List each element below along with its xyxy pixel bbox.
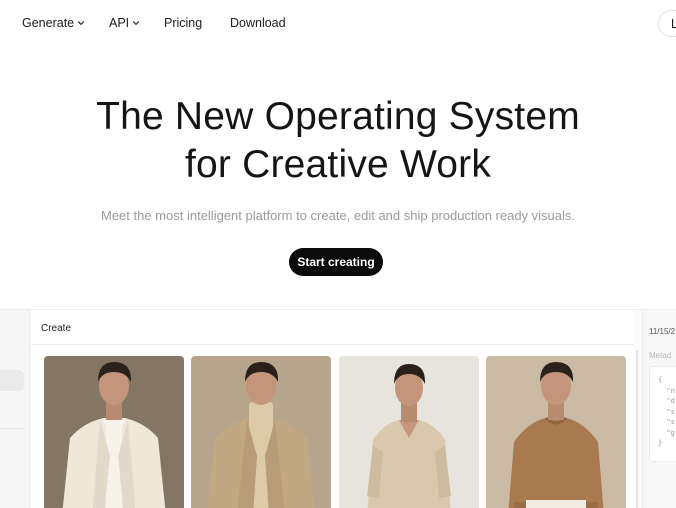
nav-pricing-label: Pricing xyxy=(164,16,203,30)
sidebar-divider xyxy=(0,428,24,429)
code-line: "s xyxy=(658,418,675,426)
nav-generate-label: Generate xyxy=(22,16,75,30)
hero-title: The New Operating System for Creative Wo… xyxy=(0,93,676,189)
app-preview: Create 11/15/2 Metad {"n "d "s "s "g} xyxy=(0,309,676,508)
code-line: "s xyxy=(658,407,675,416)
generated-image-1[interactable] xyxy=(44,356,184,508)
generated-image-4[interactable] xyxy=(486,356,626,508)
code-line: "n xyxy=(658,386,675,395)
nav-download[interactable]: Download xyxy=(230,16,286,30)
panel-divider xyxy=(31,344,634,345)
create-panel: Create xyxy=(31,310,634,508)
chevron-down-icon xyxy=(77,21,85,26)
sidebar-active-item[interactable] xyxy=(0,370,24,391)
code-line: "d xyxy=(658,397,675,405)
nav-generate[interactable]: Generate xyxy=(22,16,85,30)
chevron-down-icon xyxy=(132,21,140,26)
code-line: } xyxy=(658,439,663,447)
man-cream-linen-blazer-image xyxy=(44,356,184,508)
details-panel: 11/15/2 Metad { "n "d "s "s "g } xyxy=(642,310,676,508)
man-tan-turtleneck-blazer-image xyxy=(191,356,331,508)
hero-title-line-1: The New Operating System xyxy=(96,95,580,138)
hero-title-line-2: for Creative Work xyxy=(184,143,492,186)
nav-api-label: API xyxy=(109,16,130,30)
start-creating-button[interactable]: Start creating xyxy=(289,248,383,276)
code-line: { xyxy=(658,376,663,384)
nav-pricing[interactable]: Pricing xyxy=(164,16,202,30)
top-nav: Generate API Pricing Download L xyxy=(0,0,676,48)
man-brown-knit-sweater-image xyxy=(486,356,626,508)
panel-title: Create xyxy=(41,323,72,334)
metadata-label: Metad xyxy=(649,351,672,360)
code-line: "g xyxy=(658,428,675,437)
login-button[interactable]: L xyxy=(658,10,676,37)
man-beige-linen-shirt-image xyxy=(339,356,479,508)
nav-api[interactable]: API xyxy=(109,16,140,30)
metadata-code-block: { "n "d "s "s "g } xyxy=(649,366,676,462)
left-sidebar xyxy=(0,310,30,508)
generated-image-2[interactable] xyxy=(191,356,331,508)
image-date: 11/15/2 xyxy=(649,327,676,336)
nav-download-label: Download xyxy=(230,16,286,30)
panel-scrollbar[interactable] xyxy=(636,350,638,508)
hero-subtitle: Meet the most intelligent platform to cr… xyxy=(100,208,576,223)
generated-image-3[interactable] xyxy=(339,356,479,508)
